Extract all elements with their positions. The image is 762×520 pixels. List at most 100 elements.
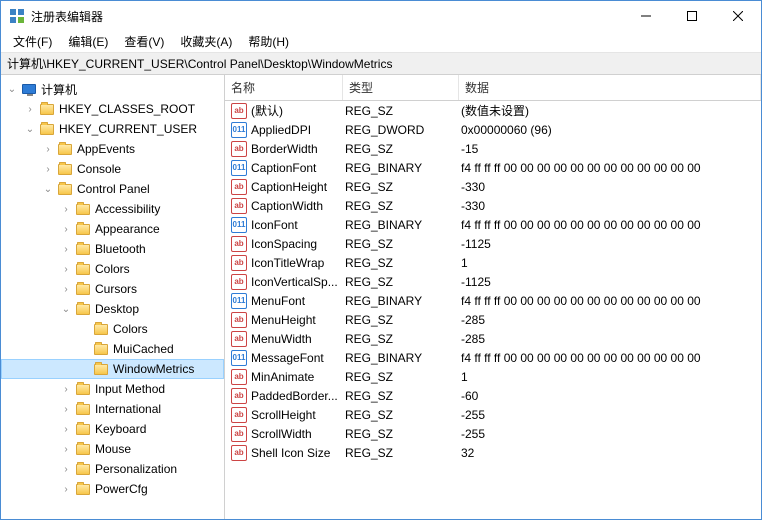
tree-item-muicached[interactable]: ›MuiCached	[1, 339, 224, 359]
list-row[interactable]: 011MenuFontREG_BINARYf4 ff ff ff 00 00 0…	[225, 291, 761, 310]
list-row[interactable]: abCaptionHeightREG_SZ-330	[225, 177, 761, 196]
window-controls	[623, 1, 761, 31]
tree-item-controlpanel[interactable]: ⌄Control Panel	[1, 179, 224, 199]
tree-item-colors2[interactable]: ›Colors	[1, 319, 224, 339]
string-value-icon: ab	[231, 312, 247, 328]
value-name: CaptionHeight	[251, 180, 345, 194]
binary-value-icon: 011	[231, 350, 247, 366]
folder-icon	[75, 261, 91, 277]
chevron-right-icon[interactable]: ›	[59, 222, 73, 236]
string-value-icon: ab	[231, 426, 247, 442]
tree-item-windowmetrics[interactable]: ›WindowMetrics	[1, 359, 224, 379]
tree-item-appevents[interactable]: › AppEvents	[1, 139, 224, 159]
chevron-down-icon[interactable]: ⌄	[59, 302, 73, 316]
chevron-right-icon[interactable]: ›	[59, 402, 73, 416]
chevron-right-icon[interactable]: ›	[59, 462, 73, 476]
tree-item-keyboard[interactable]: ›Keyboard	[1, 419, 224, 439]
list-row[interactable]: 011AppliedDPIREG_DWORD0x00000060 (96)	[225, 120, 761, 139]
menu-help[interactable]: 帮助(H)	[240, 31, 297, 52]
value-data: -255	[461, 408, 761, 422]
address-bar[interactable]: 计算机\HKEY_CURRENT_USER\Control Panel\Desk…	[1, 53, 761, 75]
tree-item-colors[interactable]: ›Colors	[1, 259, 224, 279]
tree-item-hkcr[interactable]: ›HKEY_CLASSES_ROOT	[1, 99, 224, 119]
value-type: REG_SZ	[345, 104, 461, 118]
chevron-right-icon[interactable]: ›	[59, 442, 73, 456]
tree-item-bluetooth[interactable]: ›Bluetooth	[1, 239, 224, 259]
tree-item-accessibility[interactable]: › Accessibility	[1, 199, 224, 219]
tree-item-console[interactable]: ›Console	[1, 159, 224, 179]
chevron-right-icon[interactable]: ›	[59, 282, 73, 296]
value-type: REG_SZ	[345, 256, 461, 270]
list-row[interactable]: abShell Icon SizeREG_SZ32	[225, 443, 761, 462]
col-type[interactable]: 类型	[343, 75, 459, 100]
tree-label: Desktop	[95, 302, 145, 316]
chevron-right-icon[interactable]: ›	[59, 242, 73, 256]
tree-item-root[interactable]: ⌄计算机	[1, 79, 224, 99]
value-type: REG_SZ	[345, 332, 461, 346]
chevron-right-icon[interactable]: ›	[41, 162, 55, 176]
tree-item-desktop[interactable]: ⌄ Desktop	[1, 299, 224, 319]
col-name[interactable]: 名称	[225, 75, 343, 100]
maximize-button[interactable]	[669, 1, 715, 31]
chevron-right-icon[interactable]: ›	[59, 422, 73, 436]
string-value-icon: ab	[231, 179, 247, 195]
menu-file[interactable]: 文件(F)	[5, 31, 60, 52]
list-row[interactable]: abMenuWidthREG_SZ-285	[225, 329, 761, 348]
list-row[interactable]: abScrollWidthREG_SZ-255	[225, 424, 761, 443]
tree-label: AppEvents	[77, 142, 141, 156]
folder-icon	[57, 141, 73, 157]
tree-item-cursors[interactable]: ›Cursors	[1, 279, 224, 299]
list-row[interactable]: ab(默认)REG_SZ(数值未设置)	[225, 101, 761, 120]
tree-item-appearance[interactable]: ›Appearance	[1, 219, 224, 239]
tree-label: PowerCfg	[95, 482, 154, 496]
binary-value-icon: 011	[231, 293, 247, 309]
tree-item-mouse[interactable]: ›Mouse	[1, 439, 224, 459]
folder-icon	[75, 381, 91, 397]
chevron-right-icon[interactable]: ›	[59, 482, 73, 496]
tree-panel[interactable]: ⌄计算机›HKEY_CLASSES_ROOT⌄HKEY_CURRENT_USER…	[1, 75, 225, 519]
string-value-icon: ab	[231, 331, 247, 347]
folder-icon	[93, 321, 109, 337]
value-name: IconTitleWrap	[251, 256, 345, 270]
list-row[interactable]: abIconVerticalSp...REG_SZ-1125	[225, 272, 761, 291]
chevron-right-icon[interactable]: ›	[41, 142, 55, 156]
col-data[interactable]: 数据	[459, 75, 761, 100]
value-type: REG_BINARY	[345, 294, 461, 308]
chevron-down-icon[interactable]: ⌄	[5, 82, 19, 96]
list-row[interactable]: 011IconFontREG_BINARYf4 ff ff ff 00 00 0…	[225, 215, 761, 234]
list-row[interactable]: abMenuHeightREG_SZ-285	[225, 310, 761, 329]
list-panel[interactable]: 名称 类型 数据 ab(默认)REG_SZ(数值未设置)011AppliedDP…	[225, 75, 761, 519]
list-row[interactable]: abMinAnimateREG_SZ1	[225, 367, 761, 386]
chevron-right-icon[interactable]: ›	[59, 202, 73, 216]
list-row[interactable]: 011MessageFontREG_BINARYf4 ff ff ff 00 0…	[225, 348, 761, 367]
string-value-icon: ab	[231, 198, 247, 214]
menu-view[interactable]: 查看(V)	[116, 31, 172, 52]
menu-favorites[interactable]: 收藏夹(A)	[172, 31, 240, 52]
chevron-down-icon[interactable]: ⌄	[41, 182, 55, 196]
list-row[interactable]: abCaptionWidthREG_SZ-330	[225, 196, 761, 215]
list-row[interactable]: abIconTitleWrapREG_SZ1	[225, 253, 761, 272]
folder-icon	[75, 421, 91, 437]
minimize-button[interactable]	[623, 1, 669, 31]
tree-item-hkcu[interactable]: ⌄HKEY_CURRENT_USER	[1, 119, 224, 139]
list-row[interactable]: 011CaptionFontREG_BINARYf4 ff ff ff 00 0…	[225, 158, 761, 177]
chevron-right-icon[interactable]: ›	[23, 102, 37, 116]
chevron-right-icon[interactable]: ›	[59, 262, 73, 276]
list-row[interactable]: abPaddedBorder...REG_SZ-60	[225, 386, 761, 405]
list-row[interactable]: abBorderWidthREG_SZ-15	[225, 139, 761, 158]
list-row[interactable]: abIconSpacingREG_SZ-1125	[225, 234, 761, 253]
tree-item-inputmethod[interactable]: ›Input Method	[1, 379, 224, 399]
tree-item-personalization[interactable]: › Personalization	[1, 459, 224, 479]
value-data: -330	[461, 180, 761, 194]
tree-item-powercfg[interactable]: › PowerCfg	[1, 479, 224, 499]
window-title: 注册表编辑器	[31, 8, 623, 25]
close-button[interactable]	[715, 1, 761, 31]
chevron-right-icon[interactable]: ›	[59, 382, 73, 396]
list-row[interactable]: abScrollHeightREG_SZ-255	[225, 405, 761, 424]
tree-item-international[interactable]: › International	[1, 399, 224, 419]
tree-label: Personalization	[95, 462, 183, 476]
menu-edit[interactable]: 编辑(E)	[60, 31, 116, 52]
chevron-down-icon[interactable]: ⌄	[23, 122, 37, 136]
tree-label: International	[95, 402, 167, 416]
tree-label: Accessibility	[95, 202, 166, 216]
